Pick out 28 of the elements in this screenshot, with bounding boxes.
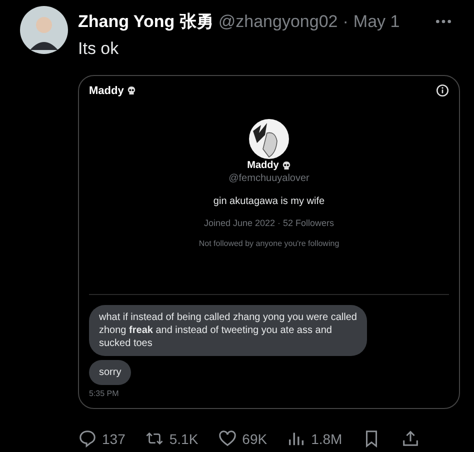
message-bubble: what if instead of being called zhang yong you were called zhong freak and instead of tweeting you ate ass and sucked toes <box>89 305 367 356</box>
retweet-count: 5.1K <box>169 430 198 446</box>
heart-icon[interactable] <box>218 429 238 448</box>
more-icon[interactable] <box>435 19 452 24</box>
author-name[interactable]: Zhang Yong 张勇 <box>78 10 214 33</box>
mutuals-note: Not followed by anyone you're following <box>198 239 340 248</box>
profile-joined: Joined June 2022 · 52 Followers <box>204 218 334 228</box>
author-handle: @zhangyong02 <box>218 12 338 32</box>
profile-handle: @femchuuyalover <box>228 173 310 184</box>
skull-icon <box>282 161 291 170</box>
views-count: 1.8M <box>311 430 342 446</box>
info-icon[interactable] <box>436 84 449 97</box>
screenshot-card[interactable] <box>78 75 460 409</box>
reply-count: 137 <box>102 430 126 446</box>
profile-avatar[interactable] <box>249 119 289 159</box>
message-time: 5:35 PM <box>89 389 119 398</box>
tweet-text: Its ok <box>78 39 120 59</box>
reply-icon[interactable] <box>78 429 97 448</box>
avatar[interactable] <box>20 6 68 54</box>
like-count: 69K <box>242 430 268 446</box>
profile-bio: gin akutagawa is my wife <box>213 196 325 207</box>
tweet-date[interactable]: May 1 <box>353 12 400 32</box>
separator: · <box>342 12 348 32</box>
conversation-name: Maddy <box>89 84 124 96</box>
share-icon[interactable] <box>401 429 420 448</box>
skull-icon <box>126 86 136 95</box>
profile-name: Maddy <box>247 160 279 171</box>
message-bubble: sorry <box>89 360 132 385</box>
